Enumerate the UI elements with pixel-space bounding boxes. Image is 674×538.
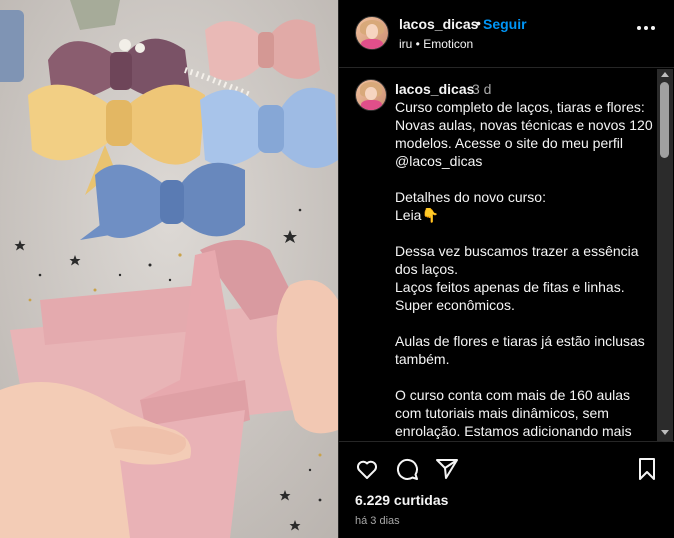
scroll-up-arrow-icon[interactable] [661, 72, 669, 77]
scroll-thumb[interactable] [660, 82, 669, 158]
share-paper-plane-icon[interactable] [435, 457, 459, 481]
header-separator: • [476, 15, 481, 31]
caption-username[interactable]: lacos_dicas [395, 81, 474, 97]
author-username[interactable]: lacos_dicas [399, 16, 478, 32]
follow-button[interactable]: Seguir [483, 16, 527, 32]
post-actions: 6.229 curtidas há 3 dias [339, 441, 674, 538]
post-media[interactable] [0, 0, 338, 538]
scroll-down-arrow-icon[interactable] [661, 430, 669, 435]
post-header: lacos_dicas • Seguir iru • Emoticon [339, 0, 674, 68]
likes-count[interactable]: 6.229 curtidas [355, 492, 448, 508]
caption-time[interactable]: 3 d [472, 81, 491, 97]
like-heart-icon[interactable] [355, 457, 379, 481]
caption-author-avatar[interactable] [355, 79, 387, 111]
posted-ago[interactable]: há 3 dias [355, 515, 400, 527]
post-side-panel: lacos_dicas • Seguir iru • Emoticon laco… [338, 0, 674, 538]
more-options-icon[interactable] [637, 26, 655, 32]
save-bookmark-icon[interactable] [635, 457, 659, 481]
audio-subtitle[interactable]: iru • Emoticon [399, 37, 473, 51]
post-caption: Curso completo de laços, tiaras e flores… [395, 99, 653, 439]
caption-area: lacos_dicas 3 d Curso completo de laços,… [339, 69, 674, 441]
author-avatar[interactable] [355, 16, 389, 50]
post-video-frame [0, 0, 338, 538]
caption-scrollbar[interactable] [657, 69, 673, 441]
comment-bubble-icon[interactable] [395, 457, 419, 481]
